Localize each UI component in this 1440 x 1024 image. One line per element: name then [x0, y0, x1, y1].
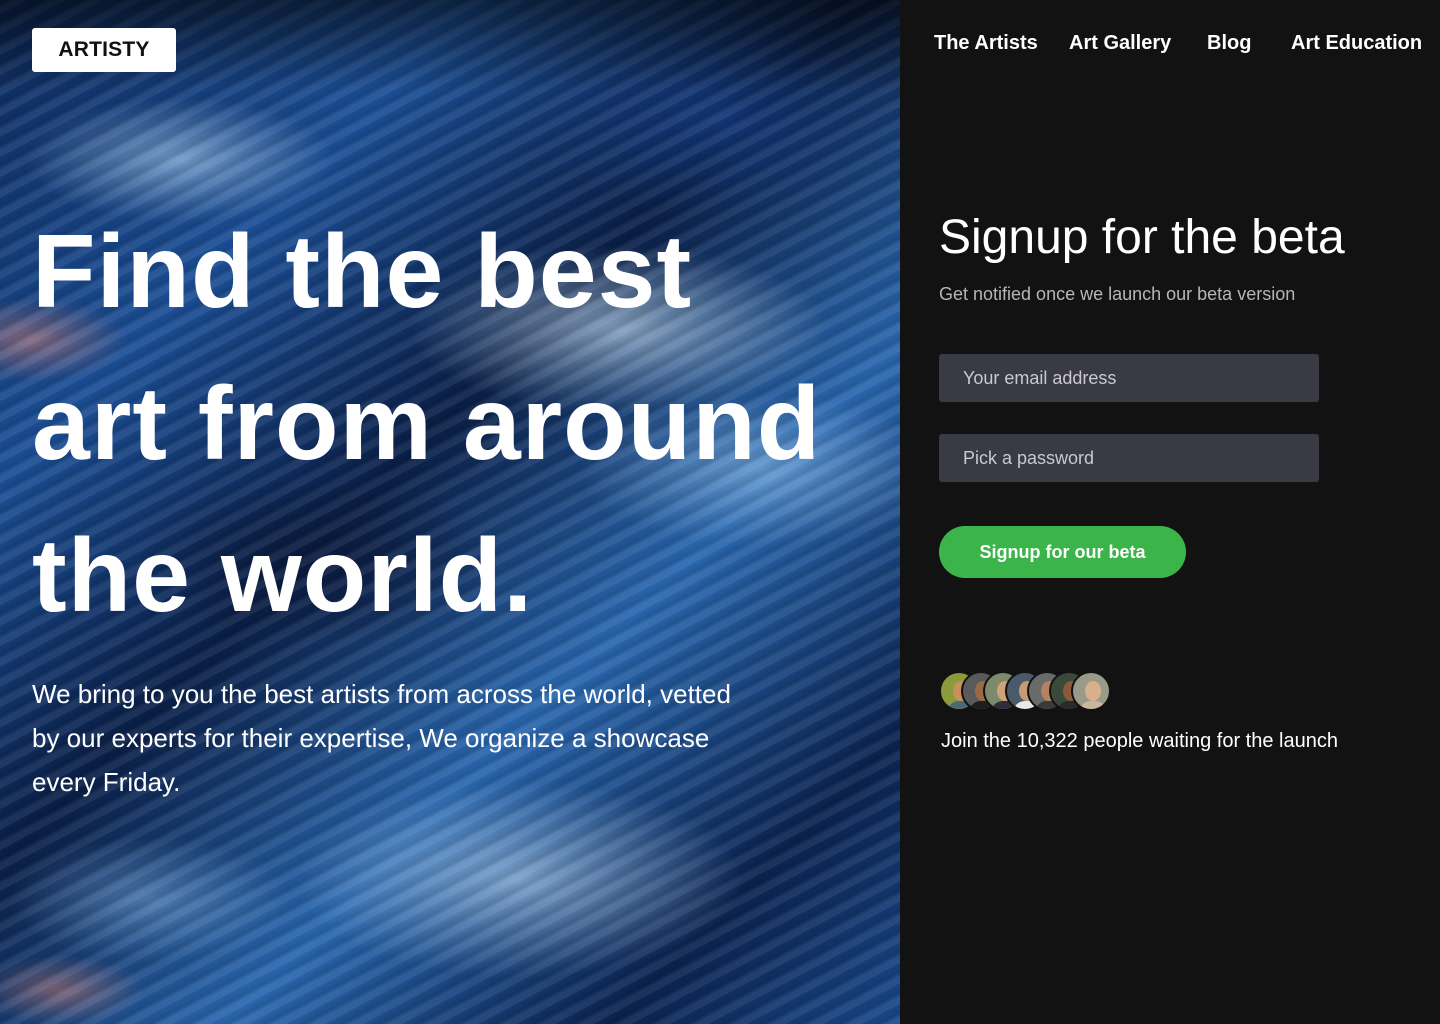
signup-beta-button[interactable]: Signup for our beta: [939, 526, 1186, 578]
nav-item-art-education[interactable]: Art Education: [1291, 32, 1422, 55]
avatar: [1071, 671, 1111, 711]
signup-title: Signup for the beta: [939, 211, 1345, 264]
hero-headline: Find the best art from around the world.: [32, 196, 872, 652]
hero-headline-line-1: Find the best: [32, 214, 693, 330]
password-input[interactable]: [939, 434, 1319, 482]
waiting-count-text: Join the 10,322 people waiting for the l…: [941, 730, 1338, 752]
brand-logo[interactable]: ARTISTY: [32, 28, 176, 72]
email-input[interactable]: [939, 354, 1319, 402]
nav-item-blog[interactable]: Blog: [1207, 32, 1251, 55]
signup-subtitle: Get notified once we launch our beta ver…: [939, 284, 1296, 304]
hero-headline-line-2: art from around: [32, 366, 822, 482]
nav-item-the-artists[interactable]: The Artists: [934, 32, 1038, 55]
hero-headline-line-3: the world.: [32, 518, 534, 634]
nav-item-art-gallery[interactable]: Art Gallery: [1069, 32, 1171, 55]
hero-section: ARTISTY Find the best art from around th…: [0, 0, 900, 1024]
hero-description: We bring to you the best artists from ac…: [32, 679, 731, 797]
waiting-avatars: [939, 671, 1111, 711]
